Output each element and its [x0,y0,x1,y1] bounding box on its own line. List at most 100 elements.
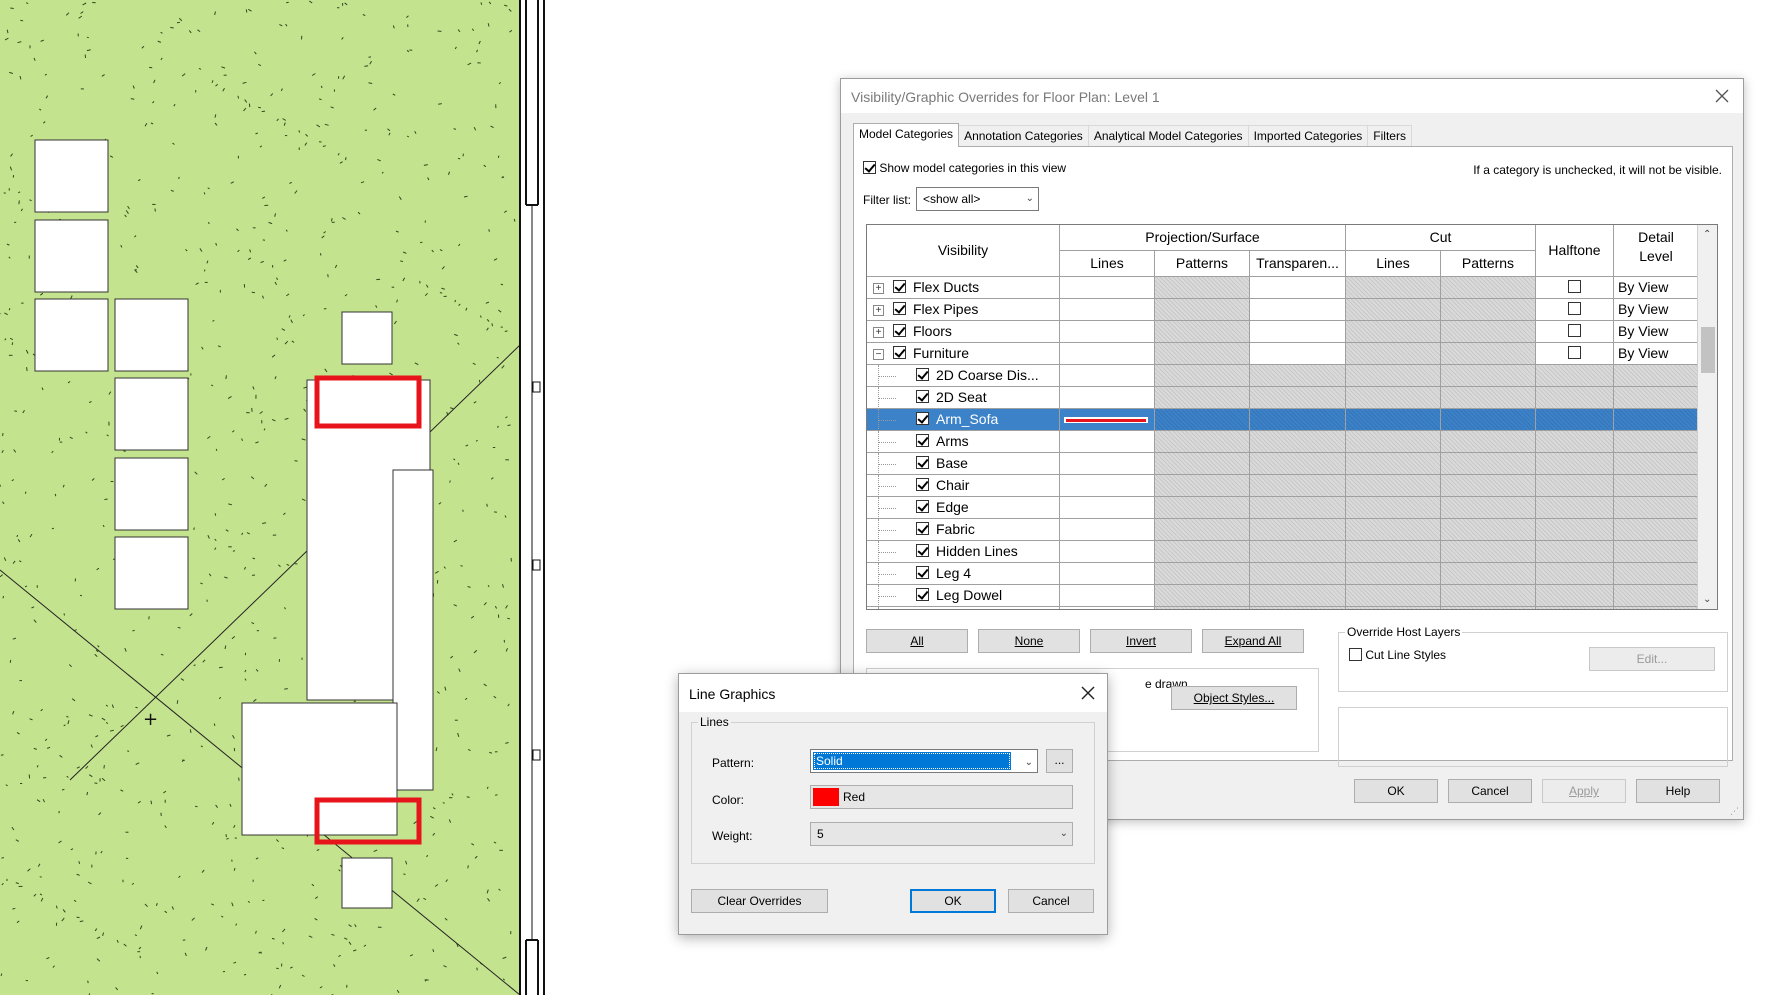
category-name-cell[interactable]: Arms [867,431,1060,453]
proj-patterns-cell[interactable] [1155,343,1250,365]
vg-help-button[interactable]: Help [1636,779,1720,803]
cut-patterns-cell[interactable] [1441,585,1536,607]
header-visibility[interactable]: Visibility [867,225,1060,277]
proj-lines-cell[interactable] [1060,321,1155,343]
category-name-cell[interactable]: 2D Seat [867,387,1060,409]
cut-lines-cell[interactable] [1346,453,1441,475]
sofa-back[interactable] [392,469,434,791]
category-name-cell[interactable]: − Furniture [867,343,1060,365]
halftone-cell[interactable] [1536,431,1614,453]
proj-lines-cell[interactable] [1060,277,1155,299]
cut-line-styles-row[interactable]: Cut Line Styles [1349,647,1446,662]
transparency-cell[interactable] [1250,541,1346,563]
proj-lines-cell[interactable] [1060,541,1155,563]
category-visibility-checkbox[interactable] [916,544,929,557]
expand-all-button[interactable]: Expand All [1202,629,1304,653]
detail-level-cell[interactable] [1614,497,1699,519]
vg-apply-button[interactable]: Apply [1542,779,1626,803]
category-name-cell[interactable]: Fabric [867,519,1060,541]
cut-lines-cell[interactable] [1346,277,1441,299]
proj-lines-cell[interactable] [1060,299,1155,321]
proj-patterns-cell[interactable] [1155,453,1250,475]
detail-level-cell[interactable]: By View [1614,299,1699,321]
cut-patterns-cell[interactable] [1441,343,1536,365]
cut-patterns-cell[interactable] [1441,299,1536,321]
detail-level-cell[interactable]: By View [1614,343,1699,365]
filter-list-dropdown[interactable]: <show all> ⌄ [916,187,1039,211]
halftone-cell[interactable] [1536,563,1614,585]
cut-patterns-cell[interactable] [1441,387,1536,409]
furniture-block[interactable] [34,298,109,372]
cut-lines-cell[interactable] [1346,519,1441,541]
proj-patterns-cell[interactable] [1155,475,1250,497]
proj-lines-cell[interactable] [1060,585,1155,607]
transparency-cell[interactable] [1250,563,1346,585]
category-visibility-checkbox[interactable] [916,456,929,469]
cut-lines-cell[interactable] [1346,409,1441,431]
transparency-cell[interactable] [1250,387,1346,409]
header-transparency[interactable]: Transparen... [1250,251,1346,277]
detail-level-cell[interactable] [1614,563,1699,585]
category-name-cell[interactable]: Arm_Sofa [867,409,1060,431]
halftone-cell[interactable] [1536,365,1614,387]
category-name-cell[interactable]: Leg Dowel [867,585,1060,607]
category-name-cell[interactable]: Edge [867,497,1060,519]
cut-lines-cell[interactable] [1346,343,1441,365]
category-row[interactable]: 2D Seat [867,387,1699,409]
scroll-thumb[interactable] [1701,327,1715,373]
category-visibility-checkbox[interactable] [893,346,906,359]
pattern-more-button[interactable]: ... [1046,749,1073,773]
furniture-block[interactable] [114,377,189,451]
halftone-cell[interactable] [1536,497,1614,519]
transparency-cell[interactable] [1250,585,1346,607]
category-row[interactable]: Leg Stackin... [867,607,1699,609]
detail-level-cell[interactable] [1614,585,1699,607]
tab-analytical-model-categories[interactable]: Analytical Model Categories [1087,125,1249,147]
cut-patterns-cell[interactable] [1441,409,1536,431]
furniture-block[interactable] [114,536,189,610]
category-row[interactable]: Hidden Lines [867,541,1699,563]
halftone-cell[interactable] [1536,387,1614,409]
cut-patterns-cell[interactable] [1441,321,1536,343]
scroll-up-icon[interactable]: ⌃ [1703,229,1711,240]
header-cut-patterns[interactable]: Patterns [1441,251,1536,277]
proj-lines-cell[interactable] [1060,409,1155,431]
header-proj-lines[interactable]: Lines [1060,251,1155,277]
detail-level-cell[interactable] [1614,409,1699,431]
category-visibility-checkbox[interactable] [916,478,929,491]
transparency-cell[interactable] [1250,343,1346,365]
proj-patterns-cell[interactable] [1155,321,1250,343]
category-row[interactable]: Arm_Sofa [867,409,1699,431]
halftone-cell[interactable] [1536,321,1614,343]
detail-level-cell[interactable] [1614,475,1699,497]
proj-lines-cell[interactable] [1060,431,1155,453]
header-detail-level[interactable]: Detail Level [1614,225,1699,277]
category-visibility-checkbox[interactable] [916,368,929,381]
transparency-cell[interactable] [1250,475,1346,497]
cut-lines-cell[interactable] [1346,541,1441,563]
proj-patterns-cell[interactable] [1155,585,1250,607]
show-model-categories-checkbox[interactable] [863,161,876,175]
detail-level-cell[interactable] [1614,453,1699,475]
proj-patterns-cell[interactable] [1155,541,1250,563]
category-row[interactable]: + Flex Ducts By View [867,277,1699,299]
transparency-cell[interactable] [1250,519,1346,541]
category-name-cell[interactable]: Leg 4 [867,563,1060,585]
proj-lines-cell[interactable] [1060,607,1155,609]
category-name-cell[interactable]: 2D Coarse Dis... [867,365,1060,387]
cut-lines-cell[interactable] [1346,431,1441,453]
object-styles-button[interactable]: Object Styles... [1171,686,1297,710]
category-row[interactable]: Base [867,453,1699,475]
invert-button[interactable]: Invert [1090,629,1192,653]
small-table[interactable] [341,857,393,909]
cut-patterns-cell[interactable] [1441,475,1536,497]
proj-patterns-cell[interactable] [1155,607,1250,609]
category-row[interactable]: Arms [867,431,1699,453]
category-row[interactable]: Fabric [867,519,1699,541]
halftone-cell[interactable] [1536,299,1614,321]
cut-lines-cell[interactable] [1346,563,1441,585]
category-name-cell[interactable]: + Flex Ducts [867,277,1060,299]
small-table[interactable] [341,311,393,365]
transparency-cell[interactable] [1250,607,1346,609]
detail-level-cell[interactable] [1614,431,1699,453]
